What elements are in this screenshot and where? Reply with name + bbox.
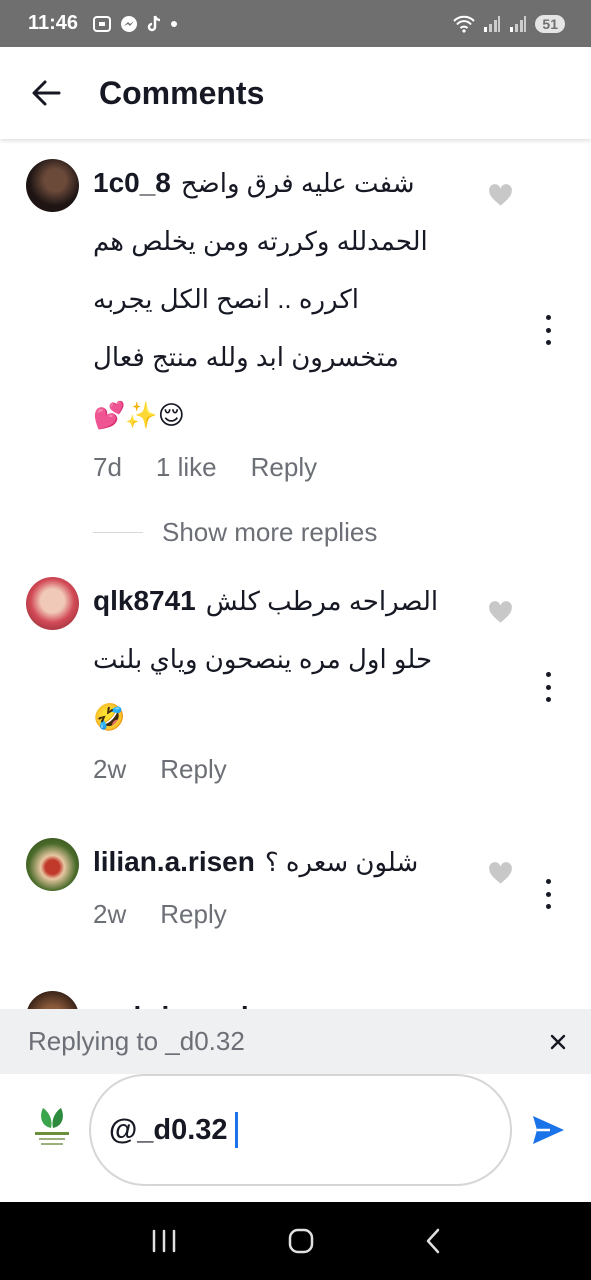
heart-icon[interactable]: [487, 860, 514, 887]
text-caret: [234, 1112, 238, 1148]
more-dot-icon: [545, 327, 551, 333]
comment-text-line: حلو اول مره ينصحون وياي بلنت: [93, 644, 433, 674]
send-icon[interactable]: [530, 1112, 566, 1148]
comment-composer: @_d0.32: [0, 1074, 591, 1202]
heart-icon[interactable]: [487, 182, 514, 209]
comment-emoji-line: 🤣: [93, 702, 126, 732]
page-title: Comments: [99, 74, 265, 111]
status-bar: 11:46 51: [0, 0, 591, 47]
home-icon[interactable]: [287, 1227, 315, 1255]
comment-username[interactable]: 1c0_8: [93, 154, 171, 212]
comment-text-line: شفت عليه فرق واضح: [180, 168, 415, 198]
battery-level: 51: [535, 14, 565, 33]
system-icons: 51: [453, 14, 565, 33]
signal-icon-2: [510, 15, 527, 32]
more-dot-icon: [545, 879, 551, 884]
more-dot-icon: [545, 891, 551, 897]
comment-list[interactable]: 1c0_8 شفت عليه فرق واضح الحمدلله وكررته …: [0, 139, 591, 1009]
comment-text-line: اكرره .. انصح الكل يجربه: [93, 284, 359, 314]
comment-input[interactable]: @_d0.32: [89, 1074, 512, 1186]
more-options-button[interactable]: [538, 879, 558, 909]
comment-emoji-line: 💕✨😌: [93, 400, 185, 430]
back-arrow-icon: [32, 80, 61, 106]
more-dot-icon: [545, 904, 551, 909]
replying-banner: Replying to _d0.32: [0, 1009, 591, 1074]
wifi-icon: [453, 15, 476, 33]
comment-username[interactable]: lilian.a.risen: [93, 833, 255, 891]
screenshot-icon: [93, 15, 112, 32]
comment-time: 7d: [93, 452, 122, 482]
comment-text-line: شلون سعره ؟: [264, 847, 419, 877]
status-time: 11:46: [28, 12, 79, 34]
comment-like-count[interactable]: 1 like: [156, 452, 217, 483]
recent-apps-icon[interactable]: [150, 1229, 178, 1253]
comment-text-line: الحمدلله وكررته ومن يخلص هم: [93, 226, 428, 256]
more-dot-icon: [545, 684, 551, 690]
more-options-button[interactable]: [538, 315, 558, 345]
comment-meta: 2w Reply: [93, 754, 473, 785]
comment-text-line: متخسرون ابد ولله منتج فعال: [93, 342, 399, 372]
avatar[interactable]: [26, 159, 79, 212]
more-dot-icon: [545, 340, 551, 345]
app-bar: Comments: [0, 47, 591, 139]
comment-time: 2w: [93, 899, 127, 929]
comment-time: 2w: [93, 754, 127, 784]
comment-text-line: الصراحه مرطب كلش: [205, 586, 439, 616]
system-navigation-bar: [0, 1202, 591, 1280]
comment-input-value[interactable]: @_d0.32: [109, 1114, 228, 1147]
show-more-replies[interactable]: Show more replies: [93, 517, 377, 548]
dot-icon: [171, 20, 178, 27]
divider: [93, 532, 143, 533]
more-options-button[interactable]: [538, 672, 558, 702]
messenger-icon: [121, 15, 138, 32]
heart-icon[interactable]: [487, 599, 514, 626]
comment-body: mehri_meeh_mm: [93, 988, 473, 1009]
more-dot-icon: [545, 697, 551, 702]
comment-body: 1c0_8 شفت عليه فرق واضح الحمدلله وكررته …: [93, 154, 473, 483]
avatar[interactable]: [26, 991, 79, 1009]
more-dot-icon: [545, 315, 551, 320]
tiktok-icon: [147, 15, 161, 31]
reply-button[interactable]: Reply: [251, 452, 317, 483]
back-nav-icon[interactable]: [424, 1227, 442, 1255]
reply-button[interactable]: Reply: [160, 754, 226, 785]
comment-username[interactable]: qlk8741: [93, 572, 196, 630]
back-button[interactable]: [29, 76, 63, 110]
avatar[interactable]: [26, 838, 79, 891]
more-dot-icon: [545, 672, 551, 677]
comment-meta: 7d 1 like Reply: [93, 452, 473, 483]
comment-username[interactable]: mehri_meeh_mm: [93, 988, 323, 1009]
show-more-replies-label[interactable]: Show more replies: [162, 517, 377, 548]
close-icon[interactable]: [547, 1031, 569, 1053]
signal-icon: [484, 15, 501, 32]
brand-logo-icon: [35, 1108, 69, 1145]
comment-body: lilian.a.risen شلون سعره ؟ 2w Reply: [93, 833, 473, 930]
comment-meta: 2w Reply: [93, 899, 473, 930]
notification-icons: [92, 15, 178, 33]
comment-body: qlk8741 الصراحه مرطب كلش حلو اول مره ينص…: [93, 572, 473, 785]
replying-to-label: Replying to _d0.32: [28, 1026, 245, 1056]
avatar[interactable]: [26, 577, 79, 630]
reply-button[interactable]: Reply: [160, 899, 226, 930]
